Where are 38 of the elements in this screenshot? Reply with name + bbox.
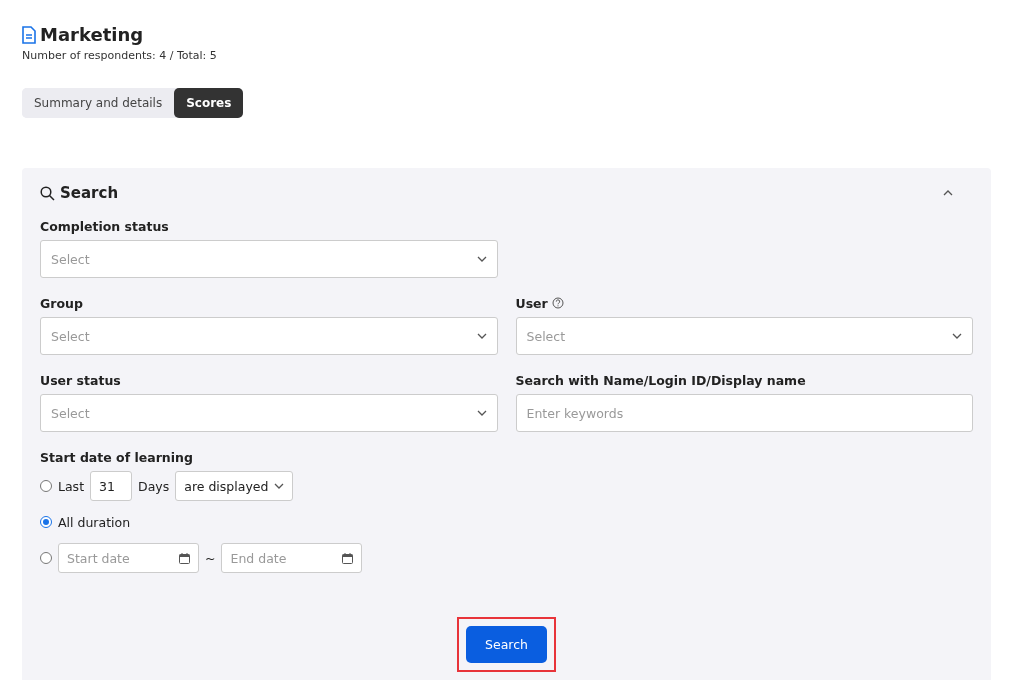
days-input[interactable]: 31: [90, 471, 133, 501]
calendar-icon: [179, 552, 190, 564]
unit-label: Days: [138, 478, 170, 494]
select-dropdown[interactable]: Select: [40, 317, 498, 355]
radio-button[interactable]: [40, 516, 52, 528]
chevron-down-icon: [274, 483, 285, 489]
option-label: All duration: [58, 514, 131, 530]
field-label: Completion status: [40, 218, 169, 234]
panel-title: Search: [60, 184, 119, 202]
page-title: Marketing: [40, 24, 144, 45]
respondents-count: Number of respondents: 4 / Total: 5: [22, 49, 218, 62]
select-dropdown[interactable]: Select: [515, 317, 973, 355]
search-button[interactable]: Search: [466, 626, 547, 663]
select-dropdown[interactable]: Select: [40, 394, 498, 432]
field-label: User status: [40, 372, 121, 388]
select-dropdown[interactable]: Select: [40, 240, 498, 278]
end-date-field[interactable]: End date: [221, 543, 363, 573]
tab[interactable]: Scores: [174, 88, 244, 118]
search-icon: [40, 185, 55, 201]
field-label: User: [515, 295, 548, 311]
display-mode-select[interactable]: are displayed: [175, 471, 294, 501]
help-icon: [551, 297, 564, 309]
keyword-input[interactable]: Enter keywords: [515, 394, 973, 432]
radio-button[interactable]: [40, 552, 52, 564]
field-label: Start date of learning: [40, 449, 193, 465]
document-icon: [22, 25, 36, 44]
start-date-field[interactable]: Start date: [58, 543, 199, 573]
option-label: Last: [58, 478, 85, 494]
calendar-icon: [342, 552, 354, 564]
chevron-down-icon: [476, 256, 487, 262]
range-separator: ~: [205, 550, 216, 566]
chevron-down-icon: [476, 333, 487, 339]
chevron-down-icon: [476, 410, 487, 416]
radio-button[interactable]: [40, 480, 52, 492]
chevron-down-icon: [952, 333, 962, 339]
field-label: Search with Name/Login ID/Display name: [515, 372, 806, 388]
collapse-icon[interactable]: [943, 190, 953, 196]
field-label: Group: [40, 295, 83, 311]
